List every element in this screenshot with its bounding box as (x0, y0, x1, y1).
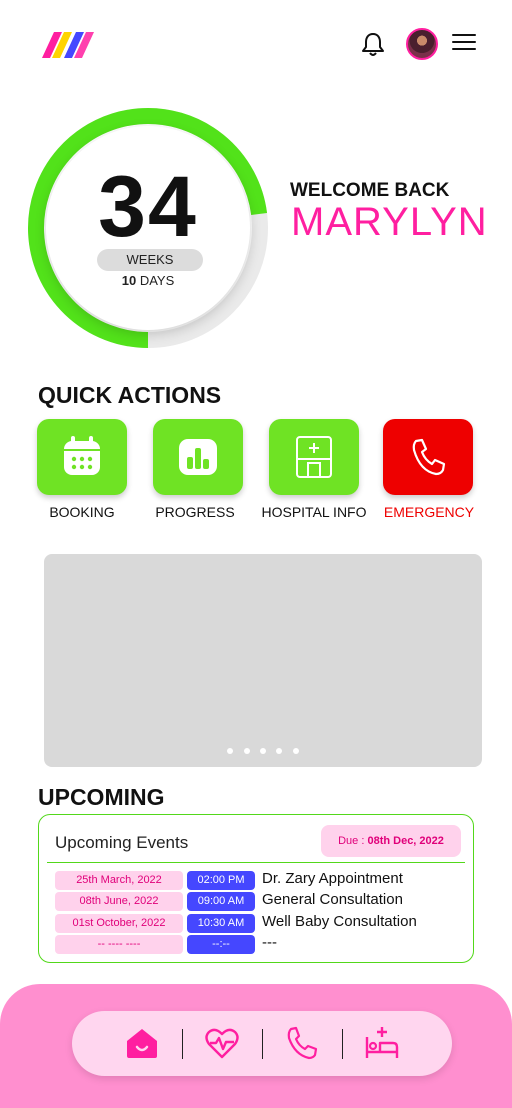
event-name: General Consultation (262, 891, 403, 908)
nav-separator (182, 1029, 183, 1059)
nav-separator (262, 1029, 263, 1059)
app-logo[interactable] (42, 30, 94, 60)
hospital-info-button[interactable] (269, 419, 359, 495)
carousel-dots (44, 741, 482, 759)
due-prefix: Due : (338, 835, 368, 847)
event-date: 25th March, 2022 (55, 871, 183, 890)
event-date: 01st October, 2022 (55, 914, 183, 933)
welcome-heading: WELCOME BACK (290, 180, 450, 201)
nav-health[interactable] (204, 1025, 240, 1061)
hospital-icon (296, 436, 332, 478)
bottom-nav (72, 1011, 452, 1076)
event-time: --:-- (187, 935, 255, 954)
progress-label: PROGRESS (155, 504, 235, 520)
booking-label: BOOKING (49, 504, 115, 520)
hospital-info-label: HOSPITAL INFO (261, 504, 367, 520)
nav-call[interactable] (284, 1025, 320, 1061)
event-time: 02:00 PM (187, 871, 255, 890)
carousel-dot[interactable] (243, 748, 250, 754)
upcoming-events-title: Upcoming Events (55, 833, 189, 852)
card-divider (47, 862, 465, 863)
menu-line (452, 41, 476, 43)
event-time: 10:30 AM (187, 914, 255, 933)
user-name: MARYLYN (291, 200, 488, 244)
notification-button[interactable] (360, 30, 386, 58)
booking-button[interactable] (37, 419, 127, 495)
upcoming-title: UPCOMING (38, 784, 165, 810)
heart-pulse-icon (205, 1028, 239, 1059)
due-date: 08th Dec, 2022 (367, 835, 444, 847)
phone-icon (412, 438, 446, 476)
user-avatar[interactable] (406, 28, 438, 60)
weeks-label: WEEKS (97, 249, 203, 271)
phone-icon (287, 1026, 318, 1060)
banner-carousel[interactable] (44, 554, 482, 767)
menu-line (452, 48, 476, 50)
weeks-count: 34 (98, 159, 198, 255)
carousel-dot[interactable] (292, 748, 299, 754)
nav-hospital-bed[interactable] (364, 1025, 400, 1061)
event-time: 09:00 AM (187, 892, 255, 911)
bed-plus-icon (365, 1027, 399, 1058)
nav-home[interactable] (124, 1025, 160, 1061)
m-logo-icon (42, 32, 94, 58)
event-name: Dr. Zary Appointment (262, 870, 403, 887)
menu-line (452, 34, 476, 36)
carousel-dot[interactable] (260, 748, 266, 754)
home-icon (127, 1029, 157, 1058)
days-count-line: 10 DAYS (26, 273, 270, 288)
bar-chart-icon (179, 439, 217, 475)
quick-actions-title: QUICK ACTIONS (38, 382, 222, 408)
progress-button[interactable] (153, 419, 243, 495)
event-date: -- ---- ---- (55, 935, 183, 954)
pregnancy-progress-ring[interactable]: 34 WEEKS 10 DAYS (26, 106, 270, 350)
carousel-dot[interactable] (227, 748, 234, 754)
event-date: 08th June, 2022 (55, 892, 183, 911)
bell-icon (362, 33, 384, 56)
emergency-label: EMERGENCY (383, 504, 475, 520)
days-count: 10 (121, 273, 137, 288)
hamburger-menu-icon[interactable] (452, 34, 476, 52)
days-label: DAYS (139, 273, 175, 288)
calendar-icon (64, 436, 100, 475)
carousel-dot[interactable] (276, 748, 283, 754)
nav-separator (342, 1029, 343, 1059)
event-name: Well Baby Consultation (262, 913, 417, 930)
upcoming-events-card[interactable]: Upcoming Events Due : 08th Dec, 2022 25t… (38, 814, 474, 963)
event-name: --- (262, 934, 277, 951)
due-date-badge: Due : 08th Dec, 2022 (321, 825, 461, 857)
emergency-button[interactable] (383, 419, 473, 495)
